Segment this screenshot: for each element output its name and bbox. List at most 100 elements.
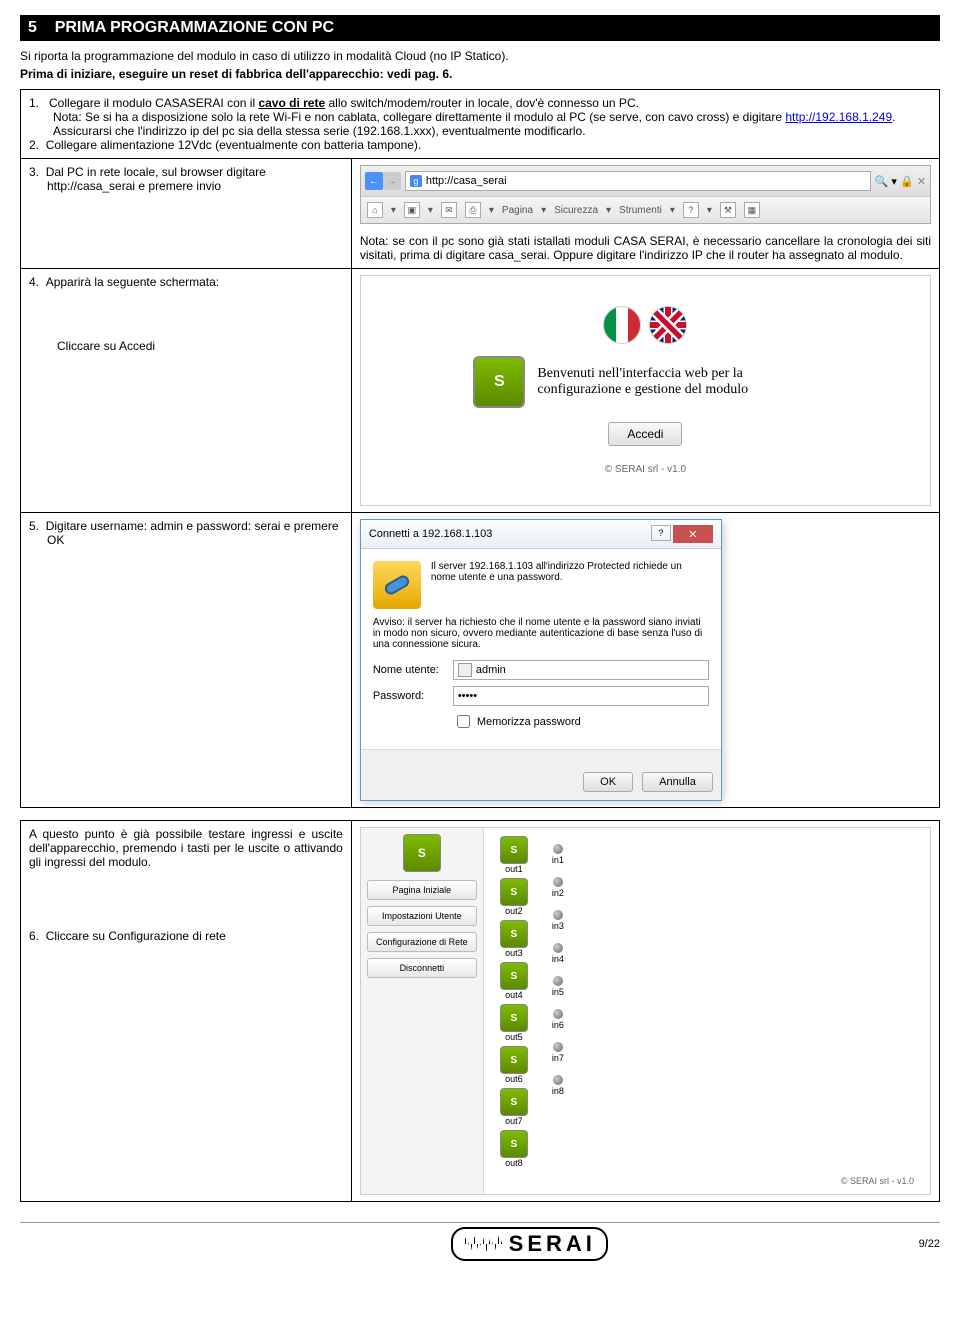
out-button-icon[interactable]: S bbox=[500, 962, 528, 990]
sidebar-logo-icon: S bbox=[403, 834, 441, 872]
out-label: out5 bbox=[505, 1032, 523, 1042]
input-item: in4 bbox=[552, 943, 564, 964]
home-icon[interactable]: ⌂ bbox=[367, 202, 383, 218]
footer-brand: SERAI bbox=[509, 1231, 596, 1257]
sidebar-impostazioni[interactable]: Impostazioni Utente bbox=[367, 906, 477, 926]
step6-text: Cliccare su Configurazione di rete bbox=[46, 929, 226, 943]
in-label: in5 bbox=[552, 987, 564, 997]
feed-icon[interactable]: ▣ bbox=[404, 202, 420, 218]
step3-left: 3. Dal PC in rete locale, sul browser di… bbox=[21, 159, 352, 269]
page-number: 9/22 bbox=[919, 1238, 940, 1250]
output-item[interactable]: Sout1 bbox=[500, 836, 528, 874]
tb-sicurezza[interactable]: Sicurezza bbox=[554, 205, 598, 216]
section-title: 5 PRIMA PROGRAMMAZIONE CON PC bbox=[20, 15, 940, 41]
step4-label: Apparirà la seguente schermata: bbox=[46, 275, 219, 289]
outro-right: S Pagina Iniziale Impostazioni Utente Co… bbox=[351, 821, 939, 1202]
out-label: out6 bbox=[505, 1074, 523, 1084]
address-bar[interactable]: g http://casa_serai bbox=[405, 171, 871, 191]
out-label: out4 bbox=[505, 990, 523, 1000]
led-icon bbox=[553, 1042, 563, 1052]
wave-icon bbox=[463, 1236, 503, 1252]
output-item[interactable]: Sout3 bbox=[500, 920, 528, 958]
dialog-title-text: Connetti a 192.168.1.103 bbox=[369, 528, 493, 540]
tb-strumenti[interactable]: Strumenti bbox=[619, 205, 662, 216]
out-button-icon[interactable]: S bbox=[500, 878, 528, 906]
out-label: out1 bbox=[505, 864, 523, 874]
sidebar-disconnetti[interactable]: Disconnetti bbox=[367, 958, 477, 978]
out-button-icon[interactable]: S bbox=[500, 1130, 528, 1158]
help-icon[interactable]: ? bbox=[683, 202, 699, 218]
ok-button[interactable]: OK bbox=[583, 772, 633, 792]
step1: 1. Collegare il modulo CASASERAI con il … bbox=[29, 96, 931, 110]
outro-text: A questo punto è già possibile testare i… bbox=[29, 827, 343, 869]
user-icon bbox=[458, 663, 472, 677]
remember-label: Memorizza password bbox=[477, 716, 581, 728]
step1-link[interactable]: http://192.168.1.249 bbox=[785, 110, 892, 124]
section-title-text: PRIMA PROGRAMMAZIONE CON PC bbox=[55, 19, 334, 36]
dialog-help-icon[interactable]: ? bbox=[651, 525, 671, 541]
step2: 2. Collegare alimentazione 12Vdc (eventu… bbox=[29, 138, 931, 152]
browser-toolbar: ⌂ ▾ ▣ ▾ ✉ ⎙ ▾ Pagina ▾ Sicurezza ▾ Strum… bbox=[361, 196, 930, 223]
flag-it-icon[interactable] bbox=[603, 306, 641, 344]
in-label: in8 bbox=[552, 1086, 564, 1096]
input-item: in3 bbox=[552, 910, 564, 931]
back-icon[interactable]: ← bbox=[365, 172, 383, 190]
out-button-icon[interactable]: S bbox=[500, 1046, 528, 1074]
reset-note: Prima di iniziare, eseguire un reset di … bbox=[20, 67, 940, 81]
led-icon bbox=[553, 943, 563, 953]
out-button-icon[interactable]: S bbox=[500, 1004, 528, 1032]
step3-note: Nota: se con il pc sono già stati istall… bbox=[360, 234, 931, 262]
close-icon[interactable]: ✕ bbox=[917, 175, 926, 188]
sidebar-config-rete[interactable]: Configurazione di Rete bbox=[367, 932, 477, 952]
led-icon bbox=[553, 976, 563, 986]
username-field[interactable]: admin bbox=[453, 660, 709, 680]
out-button-icon[interactable]: S bbox=[500, 836, 528, 864]
step5-right: Connetti a 192.168.1.103 ? ✕ Il server 1… bbox=[351, 513, 939, 808]
out-label: out2 bbox=[505, 906, 523, 916]
out-button-icon[interactable]: S bbox=[500, 1088, 528, 1116]
mail-icon[interactable]: ✉ bbox=[441, 202, 457, 218]
output-item[interactable]: Sout4 bbox=[500, 962, 528, 1000]
google-icon: g bbox=[410, 175, 422, 187]
in-label: in2 bbox=[552, 888, 564, 898]
output-item[interactable]: Sout8 bbox=[500, 1130, 528, 1168]
page-footer: SERAI 9/22 bbox=[20, 1222, 940, 1261]
flag-uk-icon[interactable] bbox=[649, 306, 687, 344]
step3-note-text: Nota: se con il pc sono già stati istall… bbox=[360, 234, 931, 262]
forward-icon[interactable]: → bbox=[383, 172, 401, 190]
pass-value: ••••• bbox=[458, 690, 477, 702]
in-label: in3 bbox=[552, 921, 564, 931]
input-item: in1 bbox=[552, 844, 564, 865]
inputs-column: in1 in2 in3 in4 in5 in6 in7 in8 bbox=[552, 836, 564, 1168]
input-item: in2 bbox=[552, 877, 564, 898]
browser-mock: ← → g http://casa_serai 🔍 ▾ 🔒 ✕ ⌂ ▾ ▣ ▾ … bbox=[360, 165, 931, 224]
input-item: in7 bbox=[552, 1042, 564, 1063]
search-icon[interactable]: 🔍 ▾ bbox=[875, 175, 897, 188]
print-icon[interactable]: ⎙ bbox=[465, 202, 481, 218]
pass-label: Password: bbox=[373, 690, 453, 702]
sidebar-pagina-iniziale[interactable]: Pagina Iniziale bbox=[367, 880, 477, 900]
output-item[interactable]: Sout5 bbox=[500, 1004, 528, 1042]
tb-pagina[interactable]: Pagina bbox=[502, 205, 533, 216]
outro-left: A questo punto è già possibile testare i… bbox=[21, 821, 352, 1202]
password-field[interactable]: ••••• bbox=[453, 686, 709, 706]
remember-checkbox[interactable] bbox=[457, 715, 470, 728]
auth-dialog: Connetti a 192.168.1.103 ? ✕ Il server 1… bbox=[360, 519, 722, 801]
tool2-icon[interactable]: ▦ bbox=[744, 202, 760, 218]
dialog-close-icon[interactable]: ✕ bbox=[673, 525, 713, 543]
cancel-button[interactable]: Annulla bbox=[642, 772, 713, 792]
step4-right: S Benvenuti nell'interfaccia web per la … bbox=[351, 269, 939, 513]
accedi-button[interactable]: Accedi bbox=[608, 422, 682, 446]
output-item[interactable]: Sout6 bbox=[500, 1046, 528, 1084]
key-icon bbox=[373, 561, 421, 609]
step1-note: Nota: Se si ha a disposizione solo la re… bbox=[29, 110, 931, 138]
tool-icon[interactable]: ⚒ bbox=[720, 202, 736, 218]
in-label: in1 bbox=[552, 855, 564, 865]
output-item[interactable]: Sout7 bbox=[500, 1088, 528, 1126]
footer-logo: SERAI bbox=[451, 1227, 608, 1261]
output-item[interactable]: Sout2 bbox=[500, 878, 528, 916]
user-value: admin bbox=[476, 664, 506, 676]
out-button-icon[interactable]: S bbox=[500, 920, 528, 948]
led-icon bbox=[553, 910, 563, 920]
input-item: in6 bbox=[552, 1009, 564, 1030]
